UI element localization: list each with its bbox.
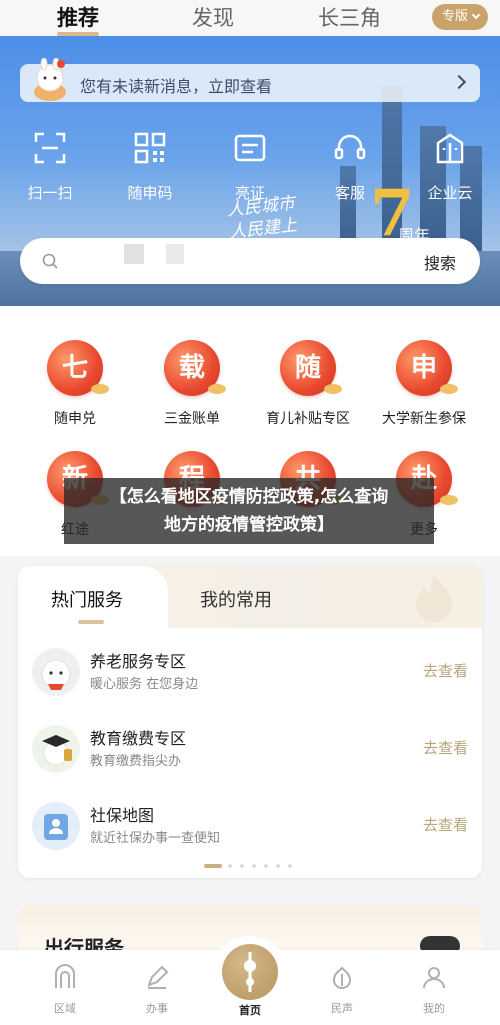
unread-message-notice[interactable]: 您有未读新消息，立即查看 bbox=[20, 58, 480, 102]
nav-label: 办事 bbox=[146, 1002, 168, 1015]
nav-home[interactable]: 首页 bbox=[210, 950, 290, 1018]
voice-icon bbox=[332, 966, 352, 989]
active-tab-indicator bbox=[78, 620, 104, 624]
quick-action-label: 随申码 bbox=[127, 184, 173, 202]
top-tab-bar: 推荐 发现 长三角 专版 bbox=[0, 0, 500, 36]
version-button[interactable]: 专版 bbox=[432, 4, 488, 30]
service-label: 随申兑 bbox=[54, 411, 96, 427]
card-tabs: 热门服务 我的常用 bbox=[18, 566, 482, 628]
quick-action-qrcode[interactable]: 随申码 bbox=[110, 131, 190, 203]
nav-label: 区域 bbox=[54, 1002, 76, 1015]
quick-action-label: 企业云 bbox=[427, 184, 473, 202]
tab-recommend[interactable]: 推荐 bbox=[57, 2, 99, 36]
pen-icon bbox=[147, 965, 169, 989]
list-item[interactable]: 养老服务专区 暖心服务 在您身边 去查看 bbox=[18, 640, 482, 710]
article-title-overlay: 【怎么看地区疫情防控政策,怎么查询 地方的疫情管控政策】 bbox=[64, 478, 434, 544]
mascot-icon bbox=[34, 58, 66, 101]
nav-label: 民声 bbox=[331, 1002, 353, 1015]
headset-icon bbox=[334, 134, 366, 160]
service-item[interactable]: 随 育儿补贴专区 bbox=[248, 340, 368, 428]
service-label: 育儿补贴专区 bbox=[266, 411, 350, 427]
view-button[interactable]: 去查看 bbox=[423, 737, 468, 758]
nav-label: 首页 bbox=[239, 1004, 261, 1017]
flame-icon bbox=[416, 576, 452, 622]
building-icon bbox=[436, 133, 464, 164]
item-title: 教育缴费专区 bbox=[90, 729, 187, 748]
hero-banner: 您有未读新消息，立即查看 扫一扫 随申码 亮证 客服 企业云 人民城市 人民建上… bbox=[0, 36, 500, 306]
view-button[interactable]: 去查看 bbox=[423, 814, 468, 835]
search-button[interactable]: 搜索 bbox=[424, 250, 456, 274]
nav-region[interactable]: 区域 bbox=[25, 950, 105, 1016]
item-title: 社保地图 bbox=[90, 806, 155, 825]
placeholder-block bbox=[166, 244, 184, 264]
qrcode-icon bbox=[134, 132, 166, 164]
tab-yangtze-delta[interactable]: 长三角 bbox=[318, 2, 381, 32]
item-subtitle: 教育缴费指尖办 bbox=[90, 754, 182, 769]
graduation-icon bbox=[32, 725, 80, 773]
carousel-dot[interactable] bbox=[288, 864, 292, 868]
overlay-line: 【怎么看地区疫情防控政策,怎么查询 bbox=[109, 487, 389, 507]
notice-text: 您有未读新消息，立即查看 bbox=[80, 77, 273, 96]
nav-mine[interactable]: 我的 bbox=[394, 950, 474, 1016]
item-title: 养老服务专区 bbox=[90, 652, 187, 671]
view-button[interactable]: 去查看 bbox=[423, 660, 468, 681]
service-icon: 七 bbox=[47, 340, 109, 396]
list-item[interactable]: 社保地图 就近社保办事一查便知 去查看 bbox=[18, 794, 482, 864]
item-subtitle: 暖心服务 在您身边 bbox=[90, 677, 199, 692]
item-subtitle: 就近社保办事一查便知 bbox=[90, 831, 221, 846]
service-label: 大学新生参保 bbox=[382, 411, 466, 427]
quick-action-label: 扫一扫 bbox=[27, 184, 73, 202]
service-label: 三金账单 bbox=[164, 411, 220, 427]
chevron-down-icon bbox=[471, 10, 481, 20]
hero-slogan: 人民城市 人民建上 bbox=[226, 193, 298, 244]
map-person-icon bbox=[32, 802, 80, 850]
carousel-dot[interactable] bbox=[228, 864, 232, 868]
search-bar[interactable]: 搜索 bbox=[20, 238, 480, 284]
region-icon bbox=[55, 964, 75, 988]
service-item[interactable]: 载 三金账单 bbox=[132, 340, 252, 428]
service-icon: 随 bbox=[280, 340, 342, 396]
hot-services-card: 热门服务 我的常用 养老服务专区 暖心服务 在您身边 去查看 教育缴费专区 教育… bbox=[18, 566, 482, 878]
list-item[interactable]: 教育缴费专区 教育缴费指尖办 去查看 bbox=[18, 717, 482, 787]
service-icon: 申 bbox=[396, 340, 458, 396]
nav-services[interactable]: 办事 bbox=[117, 950, 197, 1016]
card-icon bbox=[234, 134, 266, 162]
tab-discover[interactable]: 发现 bbox=[192, 2, 234, 32]
service-item[interactable]: 申 大学新生参保 bbox=[364, 340, 484, 428]
user-icon bbox=[423, 967, 445, 989]
quick-action-show-id[interactable]: 亮证 bbox=[210, 131, 290, 203]
carousel-dot-active[interactable] bbox=[204, 864, 222, 868]
chevron-right-icon bbox=[451, 74, 467, 90]
tab-hot-services[interactable]: 热门服务 bbox=[51, 586, 123, 612]
quick-action-enterprise-cloud[interactable]: 企业云 bbox=[410, 131, 490, 203]
carousel-dot[interactable] bbox=[264, 864, 268, 868]
quick-action-scan[interactable]: 扫一扫 bbox=[10, 131, 90, 203]
carousel-dot[interactable] bbox=[276, 864, 280, 868]
version-label: 专版 bbox=[442, 9, 469, 24]
elderly-mascot-icon bbox=[32, 648, 80, 696]
placeholder-block bbox=[124, 244, 144, 264]
nav-voice[interactable]: 民声 bbox=[302, 950, 382, 1016]
nav-label: 我的 bbox=[423, 1002, 445, 1015]
service-icon: 载 bbox=[164, 340, 226, 396]
bottom-navigation: 区域 办事 首页 民声 我的 bbox=[0, 936, 500, 1025]
tab-my-favorites[interactable]: 我的常用 bbox=[200, 586, 272, 612]
search-icon bbox=[42, 253, 58, 269]
carousel-dot[interactable] bbox=[240, 864, 244, 868]
overlay-line: 地方的疫情管控政策】 bbox=[164, 515, 334, 535]
scan-icon bbox=[34, 132, 66, 164]
carousel-dot[interactable] bbox=[252, 864, 256, 868]
service-item[interactable]: 七 随申兑 bbox=[15, 340, 135, 428]
